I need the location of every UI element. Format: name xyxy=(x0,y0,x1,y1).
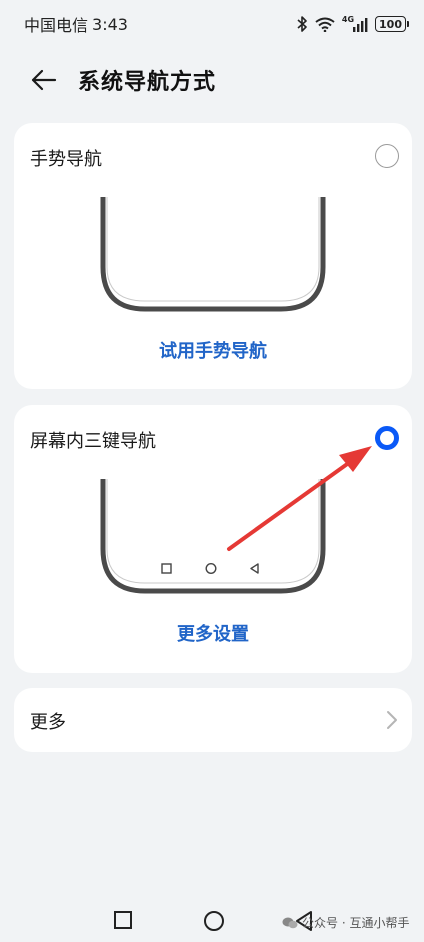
more-row[interactable]: 更多 xyxy=(14,688,412,752)
signal-icon: 4G xyxy=(341,14,368,32)
carrier-label: 中国电信 xyxy=(24,16,89,35)
gesture-phone-illustration xyxy=(100,197,326,312)
status-right: 4G 100 xyxy=(297,14,409,32)
gesture-navigation-card[interactable]: 手势导航 试用手势导航 xyxy=(14,123,412,389)
mini-back-icon xyxy=(250,563,259,574)
status-left: 中国电信 3:43 xyxy=(24,12,128,36)
battery-icon: 100 xyxy=(375,16,409,32)
circle-icon[interactable] xyxy=(203,910,225,932)
square-icon[interactable] xyxy=(113,910,133,930)
back-button[interactable] xyxy=(30,66,58,94)
clock: 3:43 xyxy=(92,14,128,34)
gesture-navigation-radio[interactable] xyxy=(375,144,399,168)
page-title: 系统导航方式 xyxy=(78,70,217,95)
watermark-text: 公众号 · 互通小帮手 xyxy=(302,916,410,930)
try-gesture-navigation-link[interactable]: 试用手势导航 xyxy=(14,337,412,363)
three-key-navigation-title: 屏幕内三键导航 xyxy=(30,431,156,452)
gesture-navigation-title: 手势导航 xyxy=(30,149,102,170)
mini-square-icon xyxy=(161,563,172,574)
more-settings-link[interactable]: 更多设置 xyxy=(14,620,412,646)
wifi-icon xyxy=(315,17,335,32)
screen: 中国电信 3:43 4G 100 系统导航方式 手势导航 试用手势导航 屏幕内三… xyxy=(0,0,424,942)
battery-level: 100 xyxy=(379,17,402,31)
more-label: 更多 xyxy=(30,712,66,733)
watermark: 公众号 · 互通小帮手 xyxy=(282,914,409,931)
three-key-phone-illustration xyxy=(100,479,326,594)
mini-circle-icon xyxy=(205,562,217,574)
network-type-label: 4G xyxy=(341,14,355,24)
arrow-left-icon xyxy=(31,69,57,91)
bluetooth-icon xyxy=(297,16,308,32)
page-header: 系统导航方式 xyxy=(0,54,424,106)
system-navigation-bar: 公众号 · 互通小帮手 xyxy=(0,900,424,942)
status-bar: 中国电信 3:43 4G 100 xyxy=(0,0,424,48)
three-key-navigation-radio[interactable] xyxy=(375,426,399,450)
three-key-navigation-card[interactable]: 屏幕内三键导航 更多设置 xyxy=(14,405,412,673)
chevron-right-icon xyxy=(387,711,397,729)
wechat-icon xyxy=(282,917,298,928)
